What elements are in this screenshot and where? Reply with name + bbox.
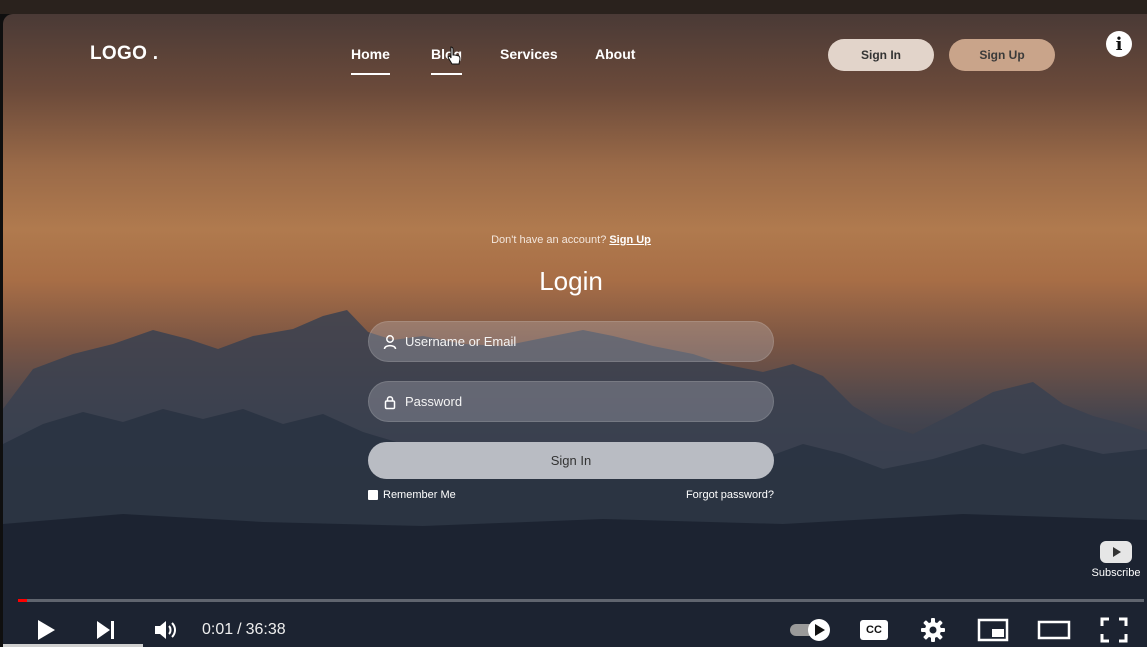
window-top-bar	[0, 0, 1147, 14]
password-field[interactable]: Password	[368, 381, 774, 422]
remember-me[interactable]: Remember Me	[368, 489, 456, 501]
next-button[interactable]	[91, 614, 121, 646]
progress-bar-fill	[18, 599, 27, 602]
time-separator: /	[237, 621, 242, 638]
settings-icon	[921, 618, 945, 642]
next-icon	[97, 621, 114, 639]
header-sign-in-button[interactable]: Sign In	[828, 39, 934, 71]
no-account-text: Don't have an account? Sign Up	[368, 234, 774, 246]
youtube-logo-icon	[1100, 541, 1132, 563]
mouse-cursor-icon	[447, 46, 461, 65]
theater-mode-button[interactable]	[1035, 614, 1073, 646]
remember-me-label: Remember Me	[383, 489, 456, 501]
fullscreen-button[interactable]	[1097, 614, 1131, 646]
login-title: Login	[539, 266, 603, 296]
play-button[interactable]	[31, 614, 61, 646]
player-controls: 0:01/36:38 CC	[3, 612, 1147, 647]
nav-services[interactable]: Services	[500, 46, 558, 62]
theater-icon	[1037, 620, 1071, 640]
volume-button[interactable]	[149, 614, 183, 646]
sign-in-button[interactable]: Sign In	[368, 442, 774, 479]
remember-me-checkbox[interactable]	[368, 490, 378, 500]
brand-logo[interactable]: LOGO .	[90, 43, 158, 65]
progress-bar[interactable]	[18, 599, 1144, 602]
login-form: Don't have an account? Sign Up Login User…	[368, 234, 774, 501]
forgot-password-link[interactable]: Forgot password?	[686, 489, 774, 501]
play-icon	[38, 620, 55, 640]
username-field[interactable]: Username or Email	[368, 321, 774, 362]
header-sign-up-button[interactable]: Sign Up	[949, 39, 1055, 71]
cc-icon: CC	[860, 620, 888, 640]
autoplay-toggle-icon	[790, 619, 830, 641]
nav-about[interactable]: About	[595, 46, 635, 62]
miniplayer-button[interactable]	[975, 614, 1011, 646]
login-options: Remember Me Forgot password?	[368, 489, 774, 501]
username-placeholder: Username or Email	[405, 334, 517, 349]
captions-button[interactable]: CC	[858, 614, 890, 646]
lock-icon	[384, 396, 396, 410]
miniplayer-icon	[977, 618, 1009, 642]
time-display: 0:01/36:38	[202, 621, 286, 639]
subscribe-button[interactable]: Subscribe	[1090, 541, 1142, 579]
fullscreen-icon	[1100, 617, 1128, 643]
video-frame[interactable]: LOGO . Home Blog Services About Sign In …	[3, 14, 1147, 647]
autoplay-toggle[interactable]	[787, 614, 833, 646]
volume-icon	[155, 621, 176, 639]
settings-button[interactable]	[917, 614, 949, 646]
current-time: 0:01	[202, 621, 234, 638]
user-icon	[383, 335, 397, 350]
info-icon[interactable]: i	[1106, 31, 1132, 57]
sign-up-link[interactable]: Sign Up	[609, 234, 651, 246]
subscribe-label: Subscribe	[1091, 567, 1141, 579]
no-account-label: Don't have an account?	[491, 234, 607, 246]
password-placeholder: Password	[405, 394, 463, 409]
nav-home[interactable]: Home	[351, 46, 390, 75]
duration: 36:38	[245, 621, 286, 638]
